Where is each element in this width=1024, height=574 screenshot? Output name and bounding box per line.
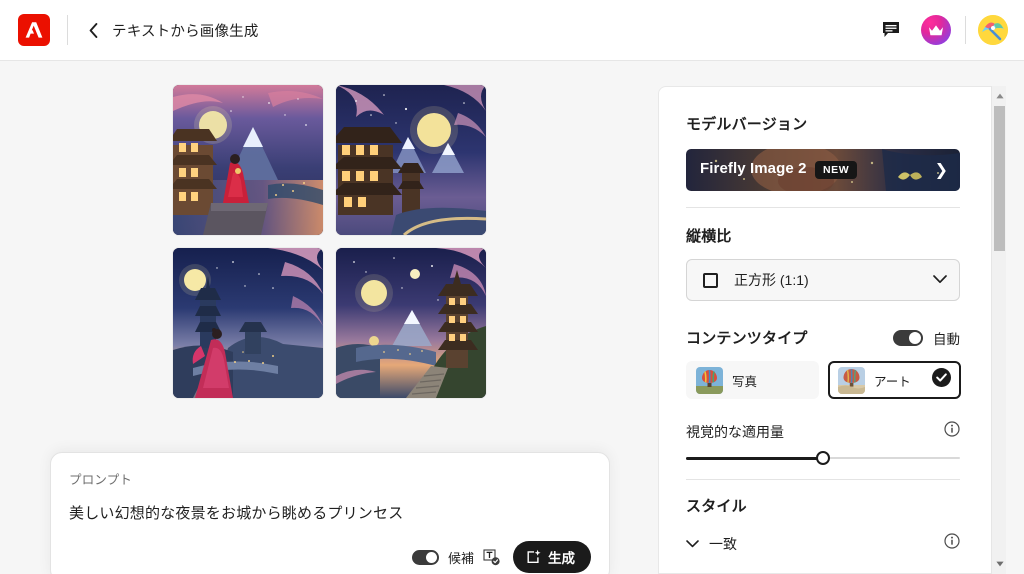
panel-divider-2 (686, 479, 960, 480)
adobe-logo[interactable] (18, 14, 50, 46)
app-root: テキストから画像生成 プロンプト 美しい幻想的な夜景をお城から眺めるプリンセス … (0, 0, 1024, 574)
auto-toggle[interactable] (893, 329, 923, 346)
crown-icon (929, 24, 943, 35)
panel-divider-1 (686, 207, 960, 208)
info-icon[interactable] (944, 533, 960, 554)
prompt-actions: 候補 生成 (411, 541, 591, 573)
model-version-new-badge: NEW (815, 161, 858, 179)
generated-image-3[interactable] (173, 248, 323, 398)
generated-image-2[interactable] (336, 85, 486, 235)
info-icon[interactable] (944, 421, 960, 442)
visual-intensity-slider[interactable] (686, 451, 960, 465)
chevron-right-icon[interactable]: ❯ (935, 160, 948, 180)
page-title: テキストから画像生成 (112, 23, 259, 40)
content-type-header: コンテンツタイプ 自動 (686, 327, 960, 348)
content-type-art[interactable]: アート (828, 361, 961, 399)
premium-crown-badge[interactable] (921, 15, 951, 45)
suggestion-toggle-label: 候補 (447, 550, 474, 566)
style-match-row[interactable]: 一致 (686, 533, 960, 554)
content-type-options: 写真 アート (686, 361, 977, 399)
image-results-grid (173, 85, 486, 398)
style-match-label: 一致 (709, 535, 737, 552)
generated-image-1[interactable] (173, 85, 323, 235)
slider-handle[interactable] (816, 451, 830, 465)
back-button[interactable] (82, 17, 104, 43)
generate-button[interactable]: 生成 (513, 541, 591, 573)
scrollbar-thumb[interactable] (994, 106, 1005, 251)
toggle-knob (425, 551, 437, 563)
aspect-ratio-section: 縦横比 正方形 (1:1) (686, 225, 977, 301)
selected-check-icon (932, 368, 951, 392)
generate-button-label: 生成 (548, 551, 575, 566)
style-title: スタイル (686, 498, 747, 515)
feedback-icon[interactable] (877, 16, 905, 44)
content-type-title: コンテンツタイプ (686, 330, 808, 347)
toggle-knob (909, 331, 921, 344)
auto-toggle-label: 自動 (933, 331, 960, 347)
avatar[interactable] (978, 15, 1008, 45)
visual-intensity-header: 視覚的な適用量 (686, 421, 960, 442)
scroll-up-arrow[interactable] (992, 88, 1007, 104)
chevron-down-icon[interactable] (686, 535, 699, 553)
prompt-panel: プロンプト 美しい幻想的な夜景をお城から眺めるプリンセス 候補 生成 (50, 452, 610, 574)
content-type-auto: 自動 (893, 328, 960, 348)
content-type-photo-label: 写真 (732, 374, 758, 389)
visual-intensity-label: 視覚的な適用量 (686, 423, 784, 440)
chevron-down-icon (933, 271, 947, 289)
model-version-title: モデルバージョン (686, 116, 808, 133)
header-divider (67, 15, 68, 45)
prompt-label: プロンプト (69, 473, 133, 487)
scroll-down-arrow[interactable] (992, 556, 1007, 572)
generated-image-4[interactable] (336, 248, 486, 398)
text-translate-icon[interactable] (482, 548, 500, 566)
generate-sparkle-icon (527, 549, 541, 563)
square-icon (703, 272, 718, 288)
aspect-ratio-value: 正方形 (1:1) (734, 272, 809, 288)
suggestion-toggle[interactable] (411, 549, 439, 565)
style-section: スタイル 一致 (686, 495, 977, 554)
content-type-art-label: アート (874, 374, 911, 389)
slider-track-fill (686, 456, 823, 460)
content-type-photo[interactable]: 写真 (686, 361, 819, 399)
panel-right-gutter (1006, 86, 1024, 574)
art-thumbnail (838, 366, 865, 394)
model-version-name: Firefly Image 2 (700, 160, 807, 177)
aspect-ratio-title: 縦横比 (686, 228, 732, 245)
settings-panel: モデルバージョン Firefly Image 2 NEW ❯ 縦横比 正方形 (… (658, 86, 1004, 574)
app-header: テキストから画像生成 (0, 0, 1024, 61)
prompt-input[interactable]: 美しい幻想的な夜景をお城から眺めるプリンセス (69, 502, 591, 523)
photo-thumbnail (696, 366, 723, 394)
header-separator (965, 16, 966, 44)
settings-panel-content: モデルバージョン Firefly Image 2 NEW ❯ 縦横比 正方形 (… (659, 87, 977, 573)
panel-scrollbar[interactable] (991, 86, 1006, 574)
model-version-banner[interactable]: Firefly Image 2 NEW ❯ (686, 149, 960, 191)
header-actions (877, 15, 1024, 45)
aspect-ratio-select[interactable]: 正方形 (1:1) (686, 259, 960, 301)
